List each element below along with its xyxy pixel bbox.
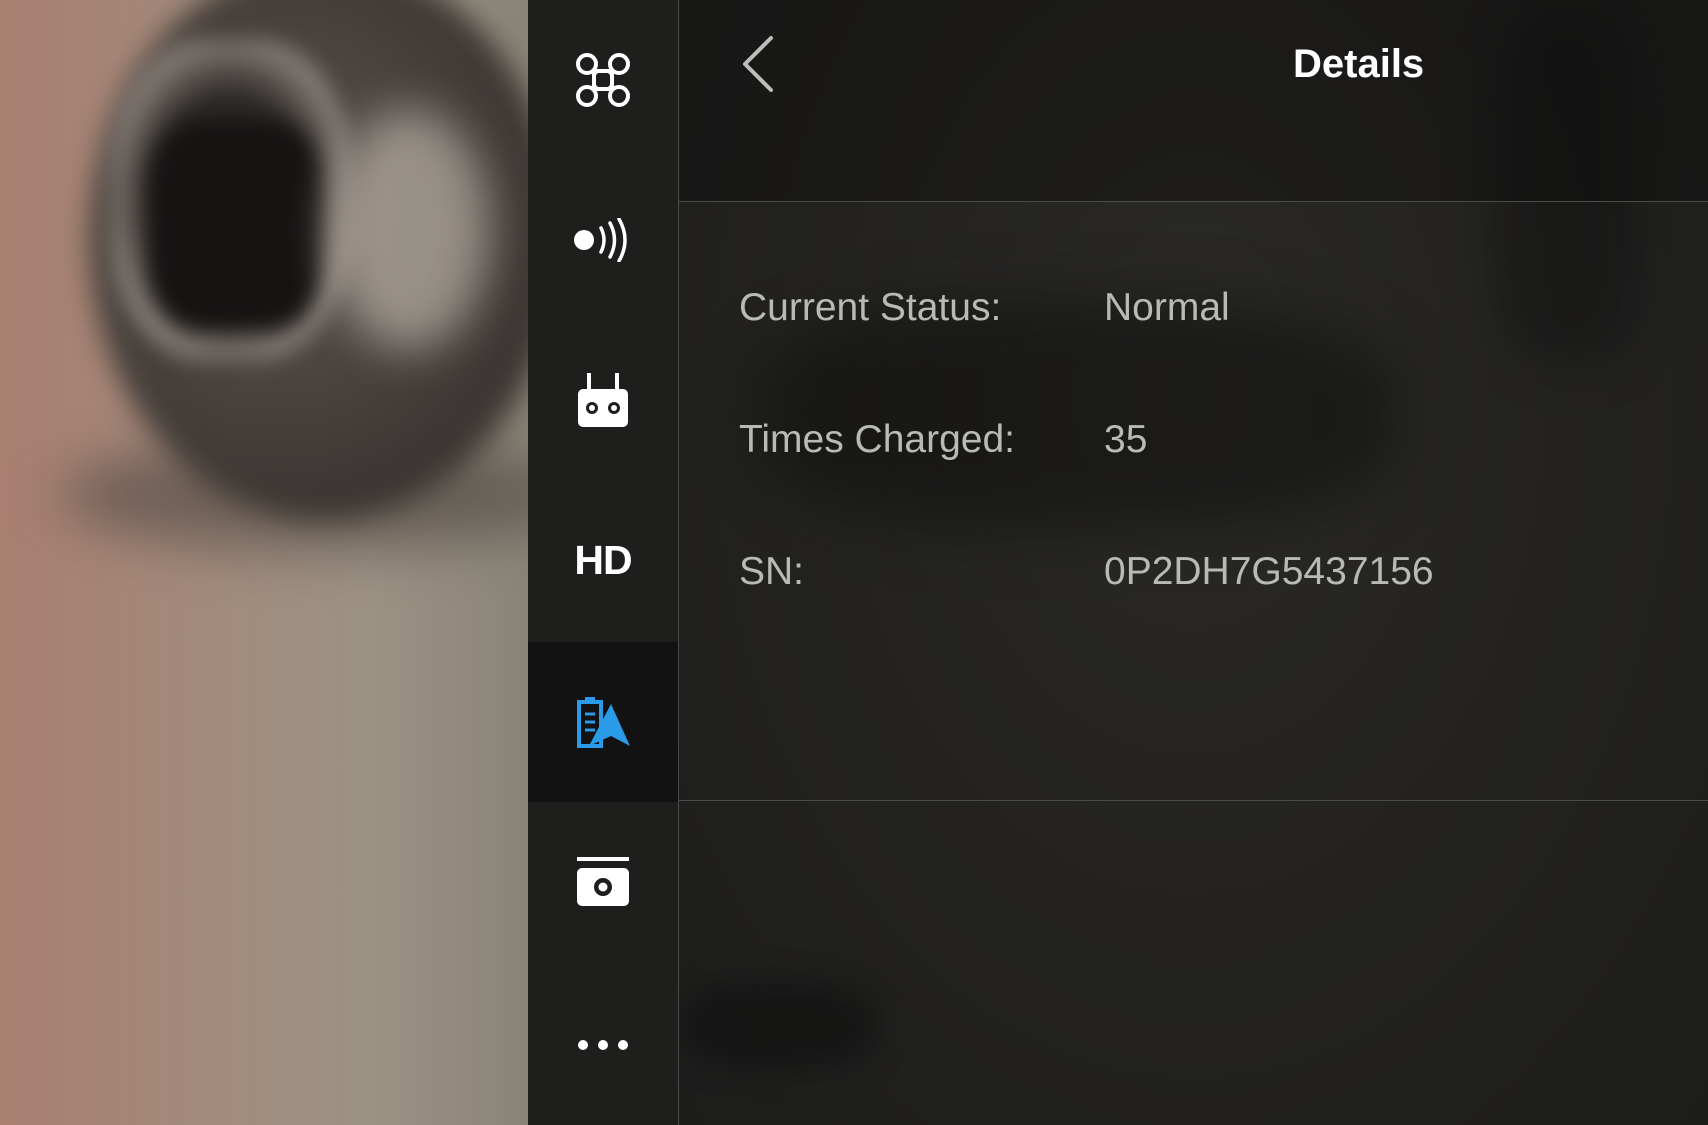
signal-icon bbox=[573, 218, 633, 262]
detail-label: Times Charged: bbox=[739, 418, 1015, 461]
detail-value: Normal bbox=[1104, 286, 1230, 329]
sidebar-item-more[interactable] bbox=[528, 965, 678, 1125]
hd-text-icon: HD bbox=[574, 536, 632, 583]
remote-controller-icon bbox=[577, 371, 629, 429]
detail-label: Current Status: bbox=[739, 286, 1002, 329]
sidebar-item-remote-controller[interactable] bbox=[528, 320, 678, 480]
detail-value: 0P2DH7G5437156 bbox=[1104, 550, 1434, 593]
battery-icon bbox=[575, 696, 631, 748]
sidebar-item-aircraft[interactable] bbox=[528, 0, 678, 160]
detail-row-serial-number: SN: 0P2DH7G5437156 bbox=[739, 534, 1639, 666]
page-title: Details bbox=[1293, 42, 1425, 86]
more-icon bbox=[576, 1038, 630, 1052]
camera-icon bbox=[576, 856, 630, 908]
back-button[interactable] bbox=[727, 30, 787, 102]
sidebar-item-battery[interactable] bbox=[528, 642, 678, 802]
camera-preview-lens bbox=[150, 120, 320, 330]
background-shape bbox=[679, 980, 879, 1070]
detail-value: 35 bbox=[1104, 418, 1148, 461]
chevron-left-icon bbox=[737, 34, 777, 99]
battery-details-list: Current Status: Normal Times Charged: 35… bbox=[739, 270, 1639, 666]
details-panel: Details Current Status: Normal Times Cha… bbox=[679, 0, 1708, 1125]
camera-preview-highlight bbox=[330, 110, 490, 350]
detail-label: SN: bbox=[739, 550, 805, 593]
detail-row-current-status: Current Status: Normal bbox=[739, 270, 1639, 402]
drone-icon bbox=[573, 50, 633, 110]
camera-preview bbox=[0, 0, 528, 1125]
section-divider bbox=[679, 800, 1708, 801]
sidebar-item-hd[interactable]: HD bbox=[528, 480, 678, 640]
detail-row-times-charged: Times Charged: 35 bbox=[739, 402, 1639, 534]
settings-sidebar: HD bbox=[528, 0, 679, 1125]
details-header: Details bbox=[679, 0, 1708, 202]
sidebar-item-camera[interactable] bbox=[528, 802, 678, 962]
sidebar-item-signal[interactable] bbox=[528, 160, 678, 320]
